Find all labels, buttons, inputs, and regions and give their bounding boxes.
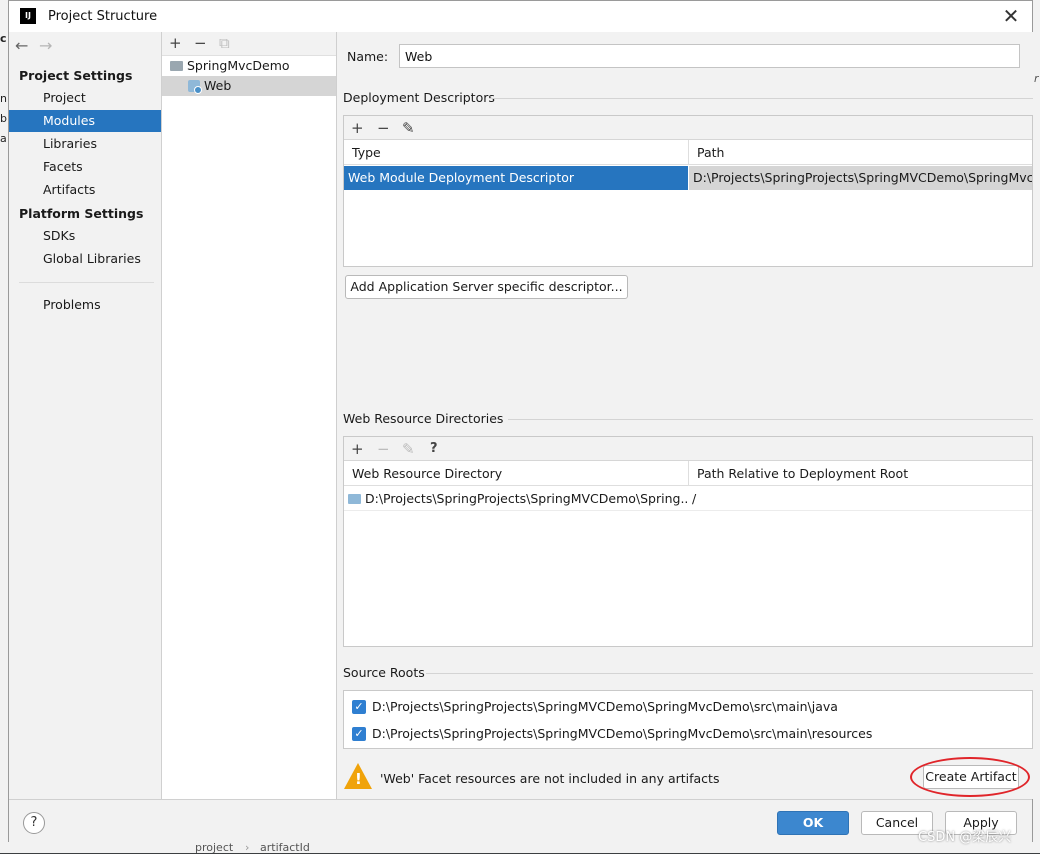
settings-nav: ← → Project Settings Project Modules Libr…: [9, 32, 162, 799]
project-structure-dialog: IJ Project Structure ✕ ← → Project Settin…: [8, 0, 1033, 842]
source-root-path: D:\Projects\SpringProjects\SpringMVCDemo…: [372, 726, 873, 741]
nav-header-platform-settings: Platform Settings: [19, 206, 144, 221]
facet-settings-panel: Name: Deployment Descriptors + − ✎ Type …: [338, 32, 1033, 799]
add-icon[interactable]: +: [351, 440, 364, 458]
column-header-web-resource-directory[interactable]: Web Resource Directory: [344, 461, 688, 486]
source-root-checkbox[interactable]: ✓: [352, 700, 366, 714]
add-icon[interactable]: +: [169, 34, 182, 52]
table-header: Web Resource Directory Path Relative to …: [344, 461, 1032, 486]
section-divider: [490, 98, 1033, 99]
edit-icon[interactable]: ✎: [402, 119, 415, 137]
window-title: Project Structure: [48, 9, 158, 24]
help-icon[interactable]: ?: [23, 812, 45, 834]
section-divider: [508, 419, 1033, 420]
module-tree: + − ⧉ SpringMvcDemo Web: [162, 32, 337, 799]
warning-icon: !: [344, 763, 372, 789]
section-title-source-roots: Source Roots: [343, 665, 425, 680]
section-divider: [426, 673, 1033, 674]
folder-icon: [170, 61, 183, 71]
forward-arrow-icon[interactable]: →: [39, 36, 63, 55]
nav-item-sdks[interactable]: SDKs: [9, 225, 161, 247]
relative-path-cell: /: [692, 491, 697, 506]
ok-button[interactable]: OK: [777, 811, 849, 835]
back-arrow-icon[interactable]: ←: [15, 36, 39, 55]
tree-node-springmvcdemo[interactable]: SpringMvcDemo: [162, 56, 336, 76]
name-label: Name:: [347, 49, 389, 64]
add-server-descriptor-button[interactable]: Add Application Server specific descript…: [345, 275, 628, 299]
nav-item-artifacts[interactable]: Artifacts: [9, 179, 161, 201]
deployment-descriptors-table: + − ✎ Type Path Web Module Deployment De…: [343, 115, 1033, 267]
source-root-path: D:\Projects\SpringProjects\SpringMVCDemo…: [372, 699, 838, 714]
watermark: CSDN @梁辰兴: [918, 830, 1012, 845]
tree-node-web[interactable]: Web: [162, 76, 336, 96]
nav-item-libraries[interactable]: Libraries: [9, 133, 161, 155]
add-icon[interactable]: +: [351, 119, 364, 137]
web-resource-directories-table: + − ✎ ? Web Resource Directory Path Rela…: [343, 436, 1033, 647]
descriptor-type-cell: Web Module Deployment Descriptor: [344, 166, 688, 190]
table-row[interactable]: Web Module Deployment Descriptor D:\Proj…: [344, 166, 1032, 190]
breadcrumb-item: project: [195, 841, 234, 854]
warning-text: 'Web' Facet resources are not included i…: [380, 771, 720, 786]
chevron-right-icon: ›: [245, 841, 250, 854]
column-header-path[interactable]: Path: [688, 140, 1032, 165]
nav-history: ← →: [15, 36, 63, 55]
breadcrumb-item: artifactId: [260, 841, 310, 854]
table-row[interactable]: D:\Projects\SpringProjects\SpringMVCDemo…: [344, 487, 1032, 511]
nav-item-facets[interactable]: Facets: [9, 156, 161, 178]
background-fragment: c: [0, 32, 7, 45]
tree-toolbar: + − ⧉: [162, 32, 336, 56]
background-fragment: b: [0, 112, 7, 125]
background-ide-right-edge: r: [1033, 0, 1040, 853]
web-folder-icon: [348, 494, 361, 504]
remove-icon[interactable]: −: [194, 34, 207, 52]
remove-icon[interactable]: −: [377, 119, 390, 137]
background-ide-left-edge: c nl b a: [0, 0, 10, 853]
nav-item-modules[interactable]: Modules: [9, 110, 161, 132]
section-title-web-resource-directories: Web Resource Directories: [343, 411, 504, 426]
background-fragment: a: [0, 132, 7, 145]
annotation-highlight: [910, 757, 1030, 797]
tree-node-label: SpringMvcDemo: [187, 58, 290, 73]
name-input[interactable]: [399, 44, 1020, 68]
close-icon[interactable]: ✕: [1000, 5, 1022, 27]
edit-icon[interactable]: ✎: [402, 440, 415, 458]
remove-icon[interactable]: −: [377, 440, 390, 458]
source-roots-list: ✓ D:\Projects\SpringProjects\SpringMVCDe…: [343, 690, 1033, 749]
help-icon[interactable]: ?: [430, 441, 438, 456]
web-resource-directory-cell: D:\Projects\SpringProjects\SpringMVCDemo…: [344, 487, 688, 510]
web-facet-icon: [188, 80, 202, 94]
directory-path: D:\Projects\SpringProjects\SpringMVCDemo…: [365, 491, 688, 506]
tree-node-label: Web: [204, 78, 232, 93]
nav-item-problems[interactable]: Problems: [9, 294, 161, 316]
copy-icon[interactable]: ⧉: [219, 34, 230, 52]
table-header: Type Path: [344, 140, 1032, 165]
dialog-footer: ? OK Cancel Apply: [9, 799, 1032, 842]
nav-item-project[interactable]: Project: [9, 87, 161, 109]
intellij-logo-icon: IJ: [20, 8, 36, 24]
deployment-descriptors-toolbar: + − ✎: [344, 116, 1032, 140]
column-header-relative-path[interactable]: Path Relative to Deployment Root: [688, 461, 1032, 486]
title-bar: IJ Project Structure ✕: [9, 1, 1032, 32]
web-resource-toolbar: + − ✎ ?: [344, 437, 1032, 461]
source-root-checkbox[interactable]: ✓: [352, 727, 366, 741]
nav-item-global-libraries[interactable]: Global Libraries: [9, 248, 161, 270]
nav-header-project-settings: Project Settings: [19, 68, 133, 83]
background-fragment: r: [1034, 72, 1039, 85]
descriptor-path-cell: D:\Projects\SpringProjects\SpringMVCDemo…: [689, 166, 1032, 190]
nav-divider: [19, 282, 154, 283]
column-header-type[interactable]: Type: [344, 140, 688, 165]
section-title-deployment-descriptors: Deployment Descriptors: [343, 90, 495, 105]
